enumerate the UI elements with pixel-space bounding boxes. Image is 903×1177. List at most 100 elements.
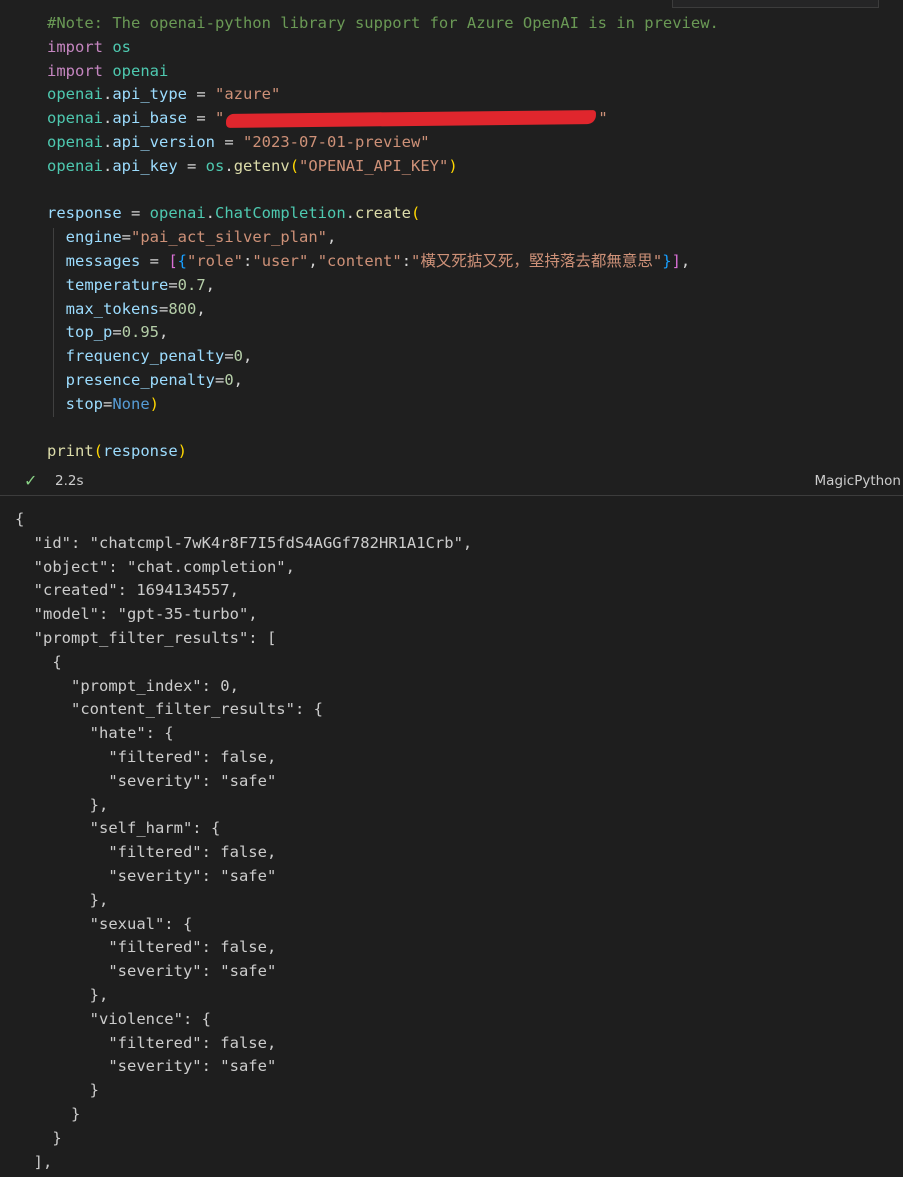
code-token: .	[345, 204, 355, 223]
code-line: openai.api_base = " "	[47, 107, 719, 131]
code-token: 800	[168, 299, 197, 318]
code-token: print	[47, 442, 94, 461]
code-token: =	[121, 204, 150, 223]
code-token: response	[103, 442, 178, 461]
redaction-mark	[226, 109, 597, 128]
code-line: openai.api_version = "2023-07-01-preview…	[47, 131, 719, 155]
code-token: =	[215, 132, 243, 151]
code-token: .	[205, 204, 215, 223]
code-token: api_type	[112, 85, 187, 104]
output-line: "filtered": false,	[15, 747, 277, 766]
code-line: print(response)	[47, 440, 719, 464]
code-token: stop	[65, 394, 103, 413]
cell-status-bar: ✓ 2.2s MagicPython	[0, 470, 903, 494]
code-line: import openai	[47, 60, 719, 84]
code-token: "user"	[252, 251, 309, 270]
code-token: )	[448, 156, 458, 175]
code-token: .	[103, 109, 113, 128]
code-token: =	[121, 228, 132, 247]
code-token: (	[289, 156, 300, 175]
code-token: =	[159, 299, 169, 318]
code-token: "pai_act_silver_plan"	[131, 228, 327, 247]
code-token: openai	[112, 61, 169, 80]
code-token: ,	[159, 323, 169, 342]
code-line: top_p=0.95,	[47, 321, 719, 345]
execution-time: 2.2s	[55, 473, 84, 489]
code-line: import os	[47, 36, 719, 60]
code-token: #Note: The openai-python library support…	[47, 14, 719, 32]
code-token: import	[47, 61, 103, 80]
code-editor[interactable]: #Note: The openai-python library support…	[47, 12, 719, 464]
code-token: presence_penalty	[65, 370, 215, 389]
code-token: "role"	[187, 251, 244, 270]
output-line: ],	[15, 1152, 53, 1171]
code-token: ,	[196, 299, 206, 318]
output-line: {	[15, 510, 25, 528]
output-text: { "id": "chatcmpl-7wK4r8F7I5fdS4AGGf782H…	[15, 508, 472, 1174]
code-token: .	[224, 156, 234, 175]
code-token: "azure"	[215, 85, 281, 104]
code-token: .	[103, 156, 113, 175]
code-token: (	[93, 442, 104, 461]
output-line: }	[15, 1104, 81, 1123]
output-line: "id": "chatcmpl-7wK4r8F7I5fdS4AGGf782HR1…	[15, 533, 473, 552]
code-token: openai	[47, 132, 103, 151]
language-indicator[interactable]: MagicPython	[815, 473, 901, 489]
code-token: api_base	[112, 109, 187, 128]
code-line: frequency_penalty=0,	[47, 345, 719, 369]
code-line: openai.api_key = os.getenv("OPENAI_API_K…	[47, 155, 719, 179]
code-token: getenv	[233, 156, 290, 175]
code-token: None	[112, 394, 150, 413]
code-token: }	[662, 251, 672, 270]
code-token: frequency_penalty	[65, 347, 225, 366]
code-token: {	[177, 251, 188, 270]
cell-output: { "id": "chatcmpl-7wK4r8F7I5fdS4AGGf782H…	[0, 496, 903, 1177]
code-token: )	[149, 394, 160, 413]
code-token: 0	[233, 347, 243, 366]
code-token: =	[103, 394, 113, 413]
code-line: messages = [{"role":"user","content":"橫又…	[47, 250, 719, 274]
code-line: engine="pai_act_silver_plan",	[47, 226, 719, 250]
code-token: openai	[149, 204, 206, 223]
output-line: "content_filter_results": {	[15, 700, 323, 719]
code-token: .	[103, 85, 113, 104]
code-token: 0.95	[121, 323, 160, 342]
code-token: response	[47, 204, 122, 223]
code-token: =	[224, 347, 234, 366]
code-token: =	[168, 275, 178, 294]
code-token: ,	[308, 251, 318, 270]
code-token: :	[401, 251, 412, 270]
code-token: (	[411, 204, 421, 223]
code-line: response = openai.ChatCompletion.create(	[47, 202, 719, 226]
code-token: =	[187, 109, 215, 128]
code-token: engine	[65, 228, 122, 247]
code-token: =	[112, 323, 122, 342]
code-token: openai	[47, 156, 103, 175]
code-line: presence_penalty=0,	[47, 369, 719, 393]
code-token: ,	[233, 370, 244, 389]
code-token: create	[355, 204, 411, 223]
code-token: openai	[47, 85, 103, 104]
code-token: ,	[205, 275, 216, 294]
code-token: =	[214, 370, 225, 389]
code-token: os	[112, 37, 132, 56]
code-cell[interactable]: #Note: The openai-python library support…	[0, 0, 903, 496]
output-line: "filtered": false,	[15, 938, 277, 957]
check-icon: ✓	[24, 471, 38, 490]
code-token: "content"	[317, 251, 402, 270]
output-line: "prompt_filter_results": [	[15, 628, 277, 647]
code-token: [	[168, 251, 178, 270]
code-token: openai	[47, 109, 103, 128]
code-token: api_key	[112, 156, 178, 175]
code-line: openai.api_type = "azure"	[47, 83, 719, 107]
code-token: max_tokens	[65, 299, 159, 318]
code-token: =	[140, 251, 169, 270]
code-token: "橫又死掂又死，堅持落去都無意思"	[411, 251, 663, 270]
code-token: top_p	[65, 323, 113, 342]
code-token: ,	[243, 347, 253, 366]
output-line: {	[15, 652, 62, 671]
output-line: "self_harm": {	[15, 819, 221, 838]
